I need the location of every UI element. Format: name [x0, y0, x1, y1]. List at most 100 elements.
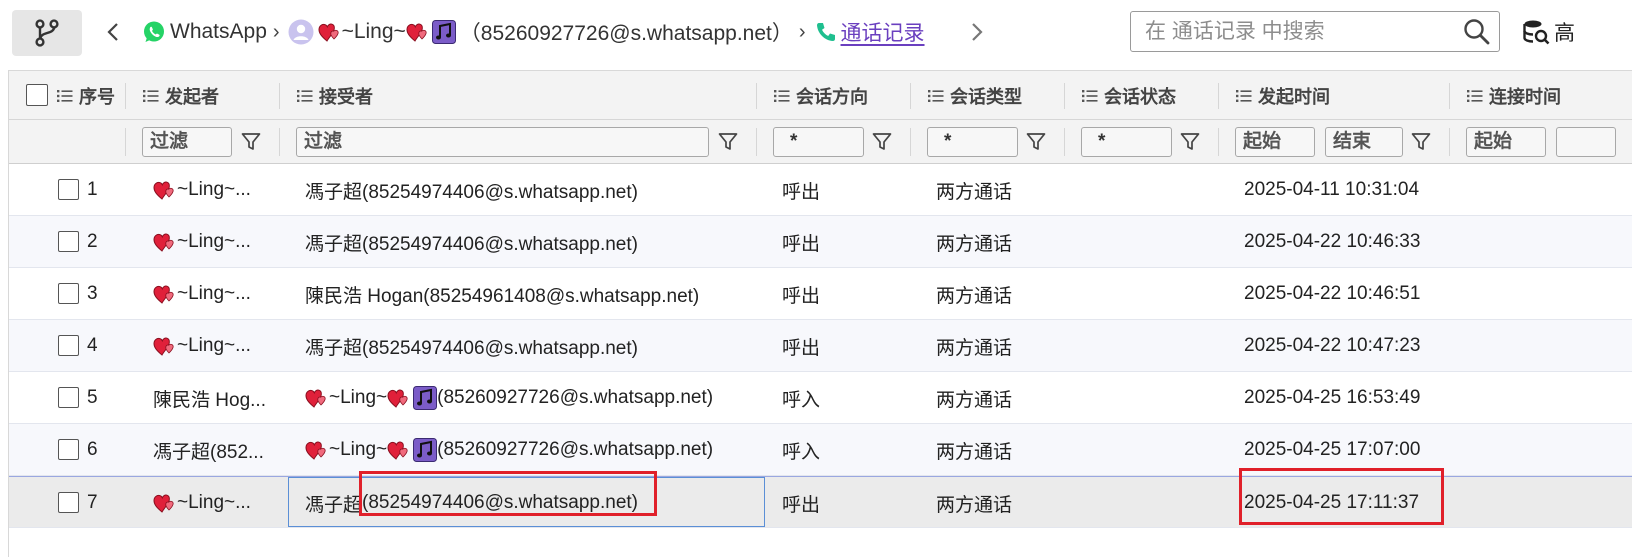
funnel-icon[interactable] — [717, 131, 739, 153]
row-caller: ~Ling~... — [153, 268, 275, 320]
connect-time-from-input[interactable] — [1466, 127, 1546, 157]
row-direction: 呼出 — [782, 337, 821, 359]
caller-text: ~Ling~... — [177, 335, 251, 356]
filter-row — [9, 120, 1632, 164]
table-row[interactable]: 4 ~Ling~... 馮子超(85254974406@s.whatsapp.n… — [9, 320, 1632, 372]
heart-emoji-icon — [387, 439, 411, 461]
table-row[interactable]: 2 ~Ling~... 馮子超(85254974406@s.whatsapp.n… — [9, 216, 1632, 268]
heart-emoji-icon — [318, 21, 342, 43]
column-header-seq[interactable]: 序号 — [57, 71, 115, 120]
select-all-checkbox[interactable] — [26, 84, 48, 106]
column-header-receiver[interactable]: 接受者 — [297, 71, 373, 120]
breadcrumb-current[interactable]: 通话记录 — [814, 17, 925, 47]
breadcrumb-current-label[interactable]: 通话记录 — [841, 17, 925, 47]
heart-emoji-icon — [153, 231, 177, 253]
table-row[interactable]: 5 陳民浩 Hog... ~Ling~ (85260927726@s.whats… — [9, 372, 1632, 424]
column-divider — [1064, 128, 1065, 156]
music-note-icon — [431, 20, 456, 44]
caller-filter-input[interactable] — [142, 127, 232, 157]
row-status — [1090, 320, 1210, 372]
start-time-from-input[interactable] — [1235, 127, 1315, 157]
column-header-type[interactable]: 会话类型 — [928, 71, 1022, 120]
receiver-id: (85260927726@s.whatsapp.net) — [437, 387, 714, 408]
search-icon[interactable] — [1455, 18, 1499, 46]
heart-emoji-icon — [387, 387, 411, 409]
column-header-status[interactable]: 会话状态 — [1082, 71, 1176, 120]
column-header-start-time[interactable]: 发起时间 — [1236, 71, 1330, 120]
direction-filter-select[interactable] — [773, 127, 864, 157]
row-checkbox[interactable] — [58, 439, 79, 460]
search-box — [1130, 11, 1500, 52]
breadcrumb-contact[interactable]: ~Ling~ （85260927726@s.whatsapp.net） — [288, 17, 793, 47]
start-time-to-input[interactable] — [1325, 127, 1403, 157]
table-row[interactable]: 1 ~Ling~... 馮子超(85254974406@s.whatsapp.n… — [9, 164, 1632, 216]
heart-emoji-icon — [153, 492, 177, 514]
branch-button[interactable] — [12, 10, 82, 56]
funnel-icon[interactable] — [1025, 131, 1047, 153]
column-header-direction[interactable]: 会话方向 — [774, 71, 868, 120]
column-label: 会话方向 — [796, 86, 868, 107]
search-input[interactable] — [1131, 13, 1455, 50]
caller-text: ~Ling~... — [177, 283, 251, 304]
row-receiver: 馮子超(85254974406@s.whatsapp.net) — [305, 337, 638, 359]
funnel-icon[interactable] — [240, 131, 262, 153]
avatar-icon — [288, 19, 314, 45]
row-direction: 呼入 — [782, 441, 821, 463]
row-direction: 呼入 — [782, 389, 821, 411]
row-checkbox[interactable] — [58, 387, 79, 408]
funnel-icon[interactable] — [871, 131, 893, 153]
music-note-icon — [413, 386, 438, 410]
row-direction: 呼出 — [782, 494, 821, 516]
caller-text: ~Ling~... — [177, 492, 251, 513]
column-header-connect-time[interactable]: 连接时间 — [1467, 71, 1561, 120]
row-type: 两方通话 — [936, 285, 1013, 307]
funnel-icon[interactable] — [1410, 131, 1432, 153]
column-divider[interactable] — [279, 83, 280, 109]
column-divider[interactable] — [910, 83, 911, 109]
row-seq: 1 — [87, 179, 98, 200]
table-row-selected[interactable]: 7 ~Ling~... 馮子超 (85254974406@s.whatsapp.… — [9, 468, 1632, 528]
status-filter-select[interactable] — [1081, 127, 1172, 157]
advanced-search-button[interactable]: 高 — [1522, 16, 1575, 48]
row-caller: ~Ling~... — [153, 216, 275, 268]
column-divider[interactable] — [1449, 83, 1450, 109]
receiver-filter-input[interactable] — [296, 127, 709, 157]
type-filter-select[interactable] — [927, 127, 1018, 157]
back-button[interactable] — [104, 18, 122, 46]
receiver-name: 馮子超 — [305, 494, 363, 516]
row-checkbox[interactable] — [58, 179, 79, 200]
column-label: 发起者 — [165, 86, 219, 107]
row-type: 两方通话 — [936, 337, 1013, 359]
column-label: 发起时间 — [1258, 86, 1330, 107]
breadcrumb-contact-name: ~Ling~ — [341, 20, 406, 43]
row-caller: ~Ling~... — [153, 164, 275, 216]
row-receiver: 馮子超(85254974406@s.whatsapp.net) — [305, 181, 638, 203]
row-type: 两方通话 — [936, 494, 1013, 516]
row-seq: 4 — [87, 335, 98, 356]
breadcrumb: WhatsApp › ~Ling~ （85260927726@s.whatsap… — [142, 14, 925, 50]
row-status — [1090, 164, 1210, 216]
list-icon — [57, 89, 73, 103]
breadcrumb-app[interactable]: WhatsApp — [142, 20, 267, 44]
row-checkbox[interactable] — [58, 231, 79, 252]
caller-text: ~Ling~... — [177, 179, 251, 200]
connect-time-to-input[interactable] — [1556, 127, 1616, 157]
row-checkbox[interactable] — [58, 335, 79, 356]
column-divider[interactable] — [1218, 83, 1219, 109]
forward-button[interactable] — [968, 18, 986, 46]
column-divider[interactable] — [125, 83, 126, 109]
column-divider[interactable] — [756, 83, 757, 109]
row-direction: 呼出 — [782, 285, 821, 307]
column-label: 会话状态 — [1104, 86, 1176, 107]
table-row[interactable]: 3 ~Ling~... 陳民浩 Hogan(85254961408@s.what… — [9, 268, 1632, 320]
column-divider[interactable] — [1064, 83, 1065, 109]
chevron-right-icon — [971, 22, 983, 42]
column-header-caller[interactable]: 发起者 — [143, 71, 219, 120]
row-seq: 6 — [87, 439, 98, 460]
row-checkbox[interactable] — [58, 492, 79, 513]
funnel-icon[interactable] — [1179, 131, 1201, 153]
row-checkbox[interactable] — [58, 283, 79, 304]
row-receiver: ~Ling~ (85260927726@s.whatsapp.net) — [305, 424, 755, 476]
row-seq: 3 — [87, 283, 98, 304]
column-divider — [1218, 128, 1219, 156]
